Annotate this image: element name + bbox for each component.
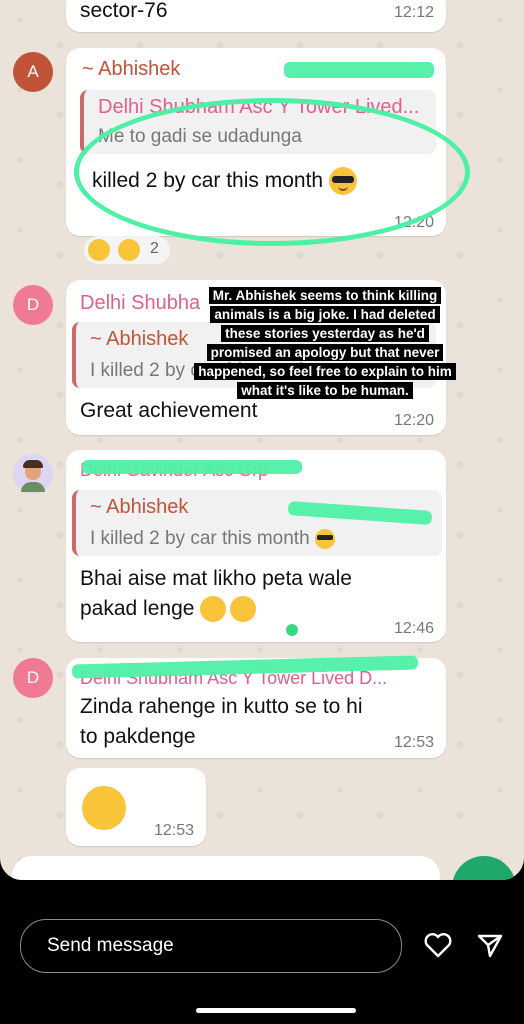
send-message-input[interactable]: Send message [20,919,402,973]
sunglasses-emoji-icon [314,528,335,549]
message-text: Bhai aise mat likho peta wale pakad leng… [80,564,410,624]
quoted-sender: ~ Abhishek [90,496,189,518]
avatar[interactable]: D [13,285,53,325]
chat-screenshot: sector-76 12:12 A ~ Abhishek Delhi Shubh… [0,0,524,880]
avatar[interactable]: D [13,658,53,698]
quoted-text: I killed 2 by car this month [90,528,335,550]
laughing-emoji-icon [230,596,257,623]
quoted-message[interactable]: ~ Abhishek I killed 2 by car this month [72,490,442,556]
laughing-emoji-icon [200,596,227,623]
message-time: 12:20 [393,412,434,429]
laughing-emoji-icon [82,786,126,830]
avatar[interactable]: A [13,52,53,92]
quoted-sender: ~ Abhishek [90,328,189,350]
chat-input-preview [12,856,440,880]
reaction-count: 2 [150,240,159,257]
story-caption: Mr. Abhishek seems to think killing anim… [194,286,456,400]
message-time: 12:46 [393,620,434,637]
redaction-mark [284,62,434,78]
message-time: 12:53 [153,822,194,839]
surprised-emoji-icon [118,239,140,261]
message-text: sector-76 [80,0,168,22]
green-dot [286,624,298,636]
message-text: Great achievement [80,399,258,422]
message-bubble[interactable]: Delhi Gavinder Asc Grp ~ Abhishek I kill… [66,450,446,642]
message-time: 12:53 [393,734,434,751]
redaction-mark [82,460,302,474]
send-message-placeholder: Send message [47,935,174,956]
send-icon[interactable] [476,932,504,960]
highlight-circle [74,98,470,246]
sender-name: Delhi Shubham Asc Y Tower Lived D... [80,292,200,314]
message-bubble: sector-76 12:12 [66,0,446,32]
message-text: Zinda rahenge in kutto se to hi to pakde… [80,695,363,748]
laughing-emoji-icon [88,239,110,261]
heart-icon[interactable] [424,932,452,958]
message-time: 12:12 [393,4,434,21]
message-bubble[interactable]: 12:53 [66,768,206,846]
mic-button [452,856,516,880]
home-indicator [196,1008,356,1013]
sender-name: ~ Abhishek [82,58,181,80]
reactions[interactable]: 2 [84,236,170,264]
avatar-memoji[interactable] [13,454,53,494]
